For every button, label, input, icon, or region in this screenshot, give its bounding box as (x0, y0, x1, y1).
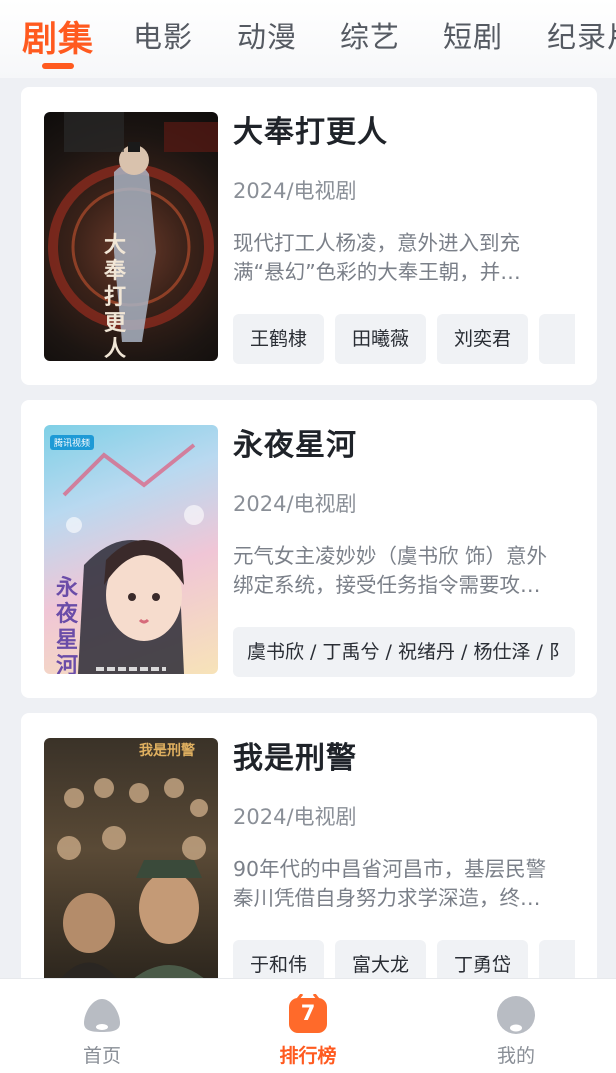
show-title: 大奉打更人 (233, 115, 388, 150)
home-icon (84, 999, 120, 1032)
poster-art (54, 778, 214, 987)
tab-documentary[interactable]: 纪录片 (547, 14, 616, 56)
poster-calligraphy: 永夜星河 (56, 575, 79, 674)
tab-short-drama[interactable]: 短剧 (443, 14, 503, 56)
show-card[interactable]: 大奉打更人 大奉打更人 2024/电视剧 现代打工人杨凌，意外进入到充 满“悬幻… (21, 87, 597, 385)
show-meta: 2024/电视剧 (233, 805, 357, 829)
show-title: 永夜星河 (233, 428, 357, 463)
nav-label: 首页 (82, 1045, 121, 1067)
show-meta: 2024/电视剧 (233, 179, 357, 203)
description-line: 满“悬幻”色彩的大奉王朝，并… (233, 260, 521, 284)
show-description: 现代打工人杨凌，意外进入到充 满“悬幻”色彩的大奉王朝，并… (233, 229, 573, 287)
show-card[interactable]: 我是刑警 我是刑警 2024/电视剧 90年代的中昌省河昌市，基层民警 秦川凭借… (21, 713, 597, 1003)
show-description: 元气女主凌妙妙（虞书欣 饰）意外 绑定系统，接受任务指令需要攻… (233, 542, 573, 600)
poster-image[interactable]: 大奉打更人 (44, 112, 218, 361)
platform-badge: 腾讯视频 (50, 435, 95, 450)
cast-tag[interactable]: 刘奕君 (437, 314, 528, 364)
cast-tag[interactable]: 晏 (539, 314, 575, 364)
poster-calligraphy: 我是刑警 (139, 743, 195, 759)
description-line: 绑定系统，接受任务指令需要攻… (233, 573, 541, 597)
cast-list[interactable]: 虞书欣 / 丁禹兮 / 祝绪丹 / 杨仕泽 / 阝 (233, 627, 575, 677)
nav-label: 排行榜 (279, 1045, 337, 1067)
show-meta: 2024/电视剧 (233, 492, 357, 516)
description-line: 90年代的中昌省河昌市，基层民警 (233, 857, 547, 881)
ranking-badge: 7 (300, 1001, 316, 1025)
nav-profile[interactable]: 我的 (456, 979, 576, 1073)
tab-drama[interactable]: 剧集 (22, 11, 94, 62)
tab-anime[interactable]: 动漫 (237, 14, 297, 56)
cast-tag[interactable]: 田曦薇 (335, 314, 426, 364)
nav-label: 我的 (496, 1045, 535, 1067)
show-title: 我是刑警 (233, 741, 357, 776)
category-tabs: 剧集 电影 动漫 综艺 短剧 纪录片 (0, 0, 616, 78)
show-card[interactable]: 腾讯视频 永夜星河 永夜星河 2024/电视剧 元气女主凌妙妙（虞书欣 饰）意外… (21, 400, 597, 698)
description-line: 元气女主凌妙妙（虞书欣 饰）意外 (233, 544, 548, 568)
tab-movies[interactable]: 电影 (133, 14, 193, 56)
poster-image[interactable]: 腾讯视频 永夜星河 (44, 425, 218, 674)
tab-variety[interactable]: 综艺 (340, 14, 400, 56)
active-tab-indicator (42, 63, 74, 69)
poster-carousel-dots (96, 667, 166, 671)
nav-ranking[interactable]: 7 排行榜 (248, 979, 368, 1073)
nav-home[interactable]: 首页 (42, 979, 162, 1073)
poster-image[interactable]: 我是刑警 (44, 738, 218, 987)
profile-icon (497, 996, 535, 1034)
show-description: 90年代的中昌省河昌市，基层民警 秦川凭借自身努力求学深造，终… (233, 855, 573, 913)
poster-calligraphy: 大奉打更人 (104, 232, 127, 361)
description-line: 现代打工人杨凌，意外进入到充 (233, 231, 520, 255)
description-line: 秦川凭借自身努力求学深造，终… (233, 886, 541, 910)
cast-tags: 王鹤棣田曦薇刘奕君晏 (233, 314, 575, 364)
bottom-nav: 首页 7 排行榜 我的 (0, 978, 616, 1073)
cast-tag[interactable]: 王鹤棣 (233, 314, 324, 364)
